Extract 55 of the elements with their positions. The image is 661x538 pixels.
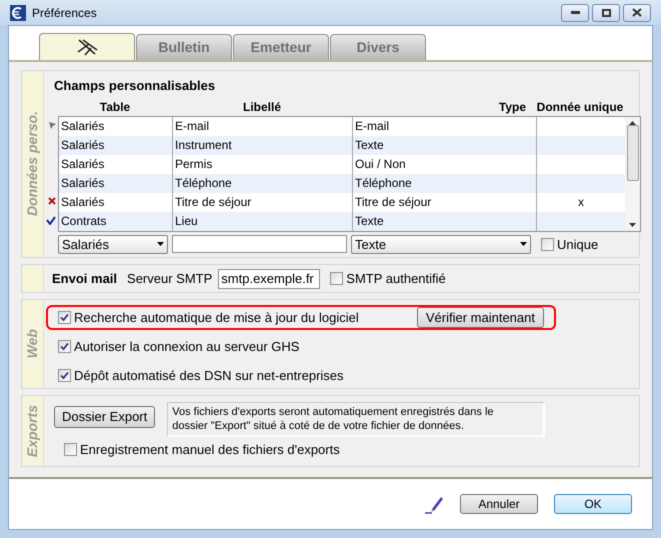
pencil-icon xyxy=(424,494,444,514)
column-header: Donnée unique xyxy=(536,98,624,116)
check-icon xyxy=(60,371,69,380)
section-label: Données perso. xyxy=(23,111,41,217)
column-header: Type xyxy=(498,98,527,116)
dropdown-arrow-icon xyxy=(520,242,527,246)
section-strip xyxy=(22,265,44,292)
table-cell: Contrats xyxy=(59,212,173,230)
type-dropdown[interactable]: Texte xyxy=(351,234,531,254)
option-checkbox-row[interactable]: Autoriser la connexion au serveur GHS xyxy=(58,336,300,356)
table-dropdown[interactable]: Salariés xyxy=(58,234,168,254)
column-header: Table xyxy=(98,98,132,116)
minimize-button[interactable] xyxy=(561,4,589,22)
checkbox[interactable] xyxy=(64,443,77,456)
info-text: Vos fichiers d'exports seront automatiquement enregistrés dans le dossier "Export" situé à coté de de votre fichier de données. xyxy=(167,402,546,437)
unique-checkbox-row[interactable]: Unique xyxy=(541,234,598,254)
table-cell: Lieu xyxy=(173,212,353,230)
app-logo-icon xyxy=(10,4,26,20)
checkbox[interactable] xyxy=(58,311,71,324)
option-checkbox-row[interactable]: Dépôt automatisé des DSN sur net-entreprises xyxy=(58,366,344,386)
deck-chair-icon xyxy=(75,38,99,56)
scroll-down-icon[interactable] xyxy=(629,222,636,226)
close-icon xyxy=(632,8,642,17)
smtp-input-field[interactable]: smtp.exemple.fr xyxy=(218,268,320,288)
minimize-icon xyxy=(570,11,580,14)
check-icon xyxy=(60,313,69,322)
section-title: Champs personnalisables xyxy=(54,77,216,95)
label-input-field[interactable] xyxy=(172,235,347,254)
tab[interactable] xyxy=(39,33,135,60)
scrollbar[interactable] xyxy=(625,116,640,230)
field-label: Serveur SMTP xyxy=(127,270,212,288)
cancel-button[interactable]: Annuler xyxy=(460,494,538,514)
maximize-icon xyxy=(602,8,610,16)
column-header: Libellé xyxy=(242,98,282,116)
check-icon xyxy=(60,342,69,351)
table-cell: Texte xyxy=(353,212,537,230)
checkbox[interactable] xyxy=(58,340,71,353)
option-checkbox-row[interactable]: Recherche automatique de mise à jour du logiciel xyxy=(58,308,359,328)
export-folder-button[interactable]: Dossier Export xyxy=(54,406,156,428)
smtp-auth-checkbox-row[interactable]: SMTP authentifié xyxy=(330,268,446,288)
ok-button[interactable]: OK xyxy=(554,494,632,514)
maximize-button[interactable] xyxy=(592,4,620,22)
table-cell-text: x xyxy=(578,194,584,210)
manual-export-checkbox-row[interactable]: Enregistrement manuel des fichiers d'exports xyxy=(64,440,546,460)
section-label: Web xyxy=(23,329,41,359)
checkbox[interactable] xyxy=(58,369,71,382)
check-now-button[interactable]: Vérifier maintenant xyxy=(416,307,544,328)
scroll-thumb[interactable] xyxy=(626,124,638,180)
checkbox[interactable] xyxy=(330,272,344,285)
section-title: Envoi mail xyxy=(52,270,118,288)
dropdown-arrow-icon xyxy=(157,242,164,246)
window-title: Préférences xyxy=(32,4,97,22)
checkbox[interactable] xyxy=(541,238,554,251)
close-button[interactable] xyxy=(623,4,651,22)
section-label: Exports xyxy=(23,404,41,458)
